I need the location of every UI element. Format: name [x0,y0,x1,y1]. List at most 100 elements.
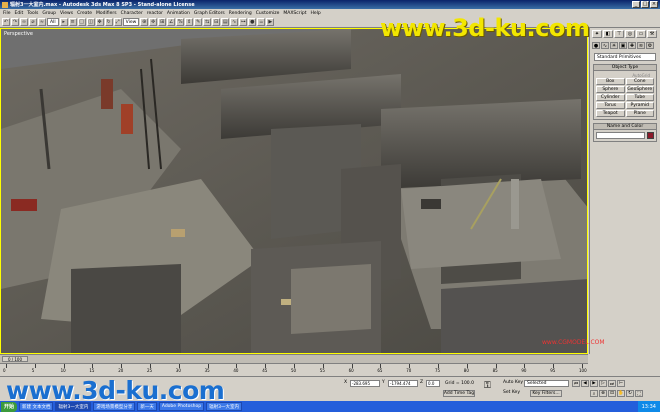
pan-icon[interactable]: ✋ [617,390,625,397]
menu-animation[interactable]: Animation [167,11,190,16]
teapot-button[interactable]: Teapot [596,110,625,117]
menu-modifiers[interactable]: Modifiers [96,11,117,16]
pyramid-button[interactable]: Pyramid [625,102,654,109]
task-model-share[interactable]: 游戏场景模型分享 [93,402,136,411]
object-name-field[interactable] [596,132,645,139]
object-type-rollout-title[interactable]: Object Type [593,64,657,71]
select-object-icon[interactable]: ▸ [59,18,68,26]
y-coord-field[interactable]: -1794.474 [388,380,418,387]
sphere-button[interactable]: Sphere [596,86,625,93]
cameras-icon[interactable]: ▣ [619,42,627,49]
go-to-start-icon[interactable]: ⏮ [572,380,580,387]
task-photoshop[interactable]: Adobe Photoshop [158,402,205,411]
maximize-viewport-icon[interactable]: ⛶ [635,390,643,397]
hierarchy-tab-icon[interactable]: ⊤ [614,30,624,38]
maximize-button[interactable]: □ [641,1,649,8]
selection-filter-dropdown[interactable]: All [47,18,59,26]
percent-snap-icon[interactable]: % [176,18,185,26]
layer-manager-icon[interactable]: ▤ [221,18,230,26]
curve-editor-icon[interactable]: ∿ [230,18,239,26]
menu-graph-editors[interactable]: Graph Editors [194,11,225,16]
angle-snap-icon[interactable]: ∠ [167,18,176,26]
plane-button[interactable]: Plane [625,110,654,117]
previous-frame-icon[interactable]: ◀ [581,380,589,387]
menu-group[interactable]: Group [42,11,56,16]
key-icon[interactable]: ⚿ [484,381,491,391]
zoom-extents-icon[interactable]: ⊡ [608,390,616,397]
material-editor-icon[interactable]: ● [248,18,257,26]
cone-button[interactable]: Cone [625,78,654,85]
object-color-swatch[interactable] [647,132,654,139]
set-key-button[interactable]: Set Key [503,390,520,395]
named-selection-icon[interactable]: ✎ [194,18,203,26]
quick-render-icon[interactable]: ▶ [266,18,275,26]
rotate-icon[interactable]: ↻ [104,18,113,26]
key-filters-button[interactable]: Key Filters... [530,390,562,397]
align-icon[interactable]: ⊟ [212,18,221,26]
add-time-tag-button[interactable]: Add Time Tag [443,390,475,397]
tube-button[interactable]: Tube [625,94,654,101]
time-slider-thumb[interactable]: 0 / 100 [2,356,28,362]
zoom-icon[interactable]: ⌕ [590,390,598,397]
name-color-rollout-title[interactable]: Name and Color [593,123,657,130]
lights-icon[interactable]: ☀ [610,42,618,49]
auto-key-button[interactable]: Auto Key [503,380,523,385]
torus-button[interactable]: Torus [596,102,625,109]
task-new-day[interactable]: 新一天 [137,402,157,411]
undo-icon[interactable]: ↶ [2,18,10,26]
modify-tab-icon[interactable]: ◧ [603,30,613,38]
manipulate-icon[interactable]: ✜ [149,18,158,26]
menu-character[interactable]: Character [121,11,143,16]
go-to-end-icon[interactable]: ⏭ [608,380,616,387]
scale-icon[interactable]: ⤢ [113,18,122,26]
helpers-icon[interactable]: ✚ [628,42,636,49]
box-button[interactable]: Box [596,78,625,85]
menu-tools[interactable]: Tools [27,11,38,16]
viewport-label[interactable]: Perspective [4,31,33,37]
next-frame-icon[interactable]: ▷ [599,380,607,387]
select-by-name-icon[interactable]: ≡ [68,18,77,26]
mirror-icon[interactable]: ⇆ [203,18,212,26]
geometry-icon[interactable]: ● [592,42,600,49]
render-scene-icon[interactable]: ☕ [257,18,266,26]
play-icon[interactable]: ▶ [590,380,598,387]
primitive-category-dropdown[interactable]: Standard Primitives [594,53,656,61]
start-button[interactable]: 开始 [1,401,18,412]
menu-edit[interactable]: Edit [15,11,24,16]
task-folder[interactable]: 辐射3一大室内 [206,402,243,411]
motion-tab-icon[interactable]: ◎ [625,30,635,38]
snap-icon[interactable]: ⊞ [158,18,167,26]
orbit-icon[interactable]: ↻ [626,390,634,397]
x-coord-field[interactable]: -283.695 [350,380,380,387]
close-button[interactable]: × [650,1,658,8]
move-icon[interactable]: ✥ [95,18,104,26]
utilities-tab-icon[interactable]: ⚒ [647,30,657,38]
key-mode-icon[interactable]: ⊢ [617,380,625,387]
menu-file[interactable]: File [3,11,11,16]
zoom-all-icon[interactable]: ⊕ [599,390,607,397]
track-bar[interactable]: 0 5 10 15 20 25 30 35 40 45 50 55 60 65 70 75 80 85 90 95 10… [0,363,588,376]
bind-spacewarp-icon[interactable]: ≈ [38,18,46,26]
cylinder-button[interactable]: Cylinder [596,94,625,101]
menu-maxscript[interactable]: MAXScript [283,11,306,16]
task-text-document[interactable]: 新建 文本文档 [19,402,54,411]
perspective-viewport[interactable]: Perspective [0,28,588,354]
display-tab-icon[interactable]: ▭ [636,30,646,38]
geosphere-button[interactable]: GeoSphere [625,86,654,93]
task-3dsmax[interactable]: 辐射3一大室内 [55,402,92,411]
systems-icon[interactable]: ⚙ [646,42,654,49]
menu-views[interactable]: Views [60,11,73,16]
redo-icon[interactable]: ↷ [11,18,19,26]
key-selection-dropdown[interactable]: Selected [524,380,569,387]
schematic-view-icon[interactable]: ⊶ [239,18,248,26]
time-slider[interactable]: 0 / 100 [0,354,588,363]
z-coord-field[interactable]: 0.0 [426,380,440,387]
menu-reactor[interactable]: reactor [147,11,163,16]
pivot-icon[interactable]: ⊕ [140,18,149,26]
menu-rendering[interactable]: Rendering [229,11,252,16]
minimize-button[interactable]: _ [632,1,640,8]
spacewarps-icon[interactable]: ≋ [637,42,645,49]
rect-selection-icon[interactable]: □ [77,18,86,26]
window-crossing-icon[interactable]: ◫ [86,18,95,26]
link-icon[interactable]: ∞ [20,18,28,26]
